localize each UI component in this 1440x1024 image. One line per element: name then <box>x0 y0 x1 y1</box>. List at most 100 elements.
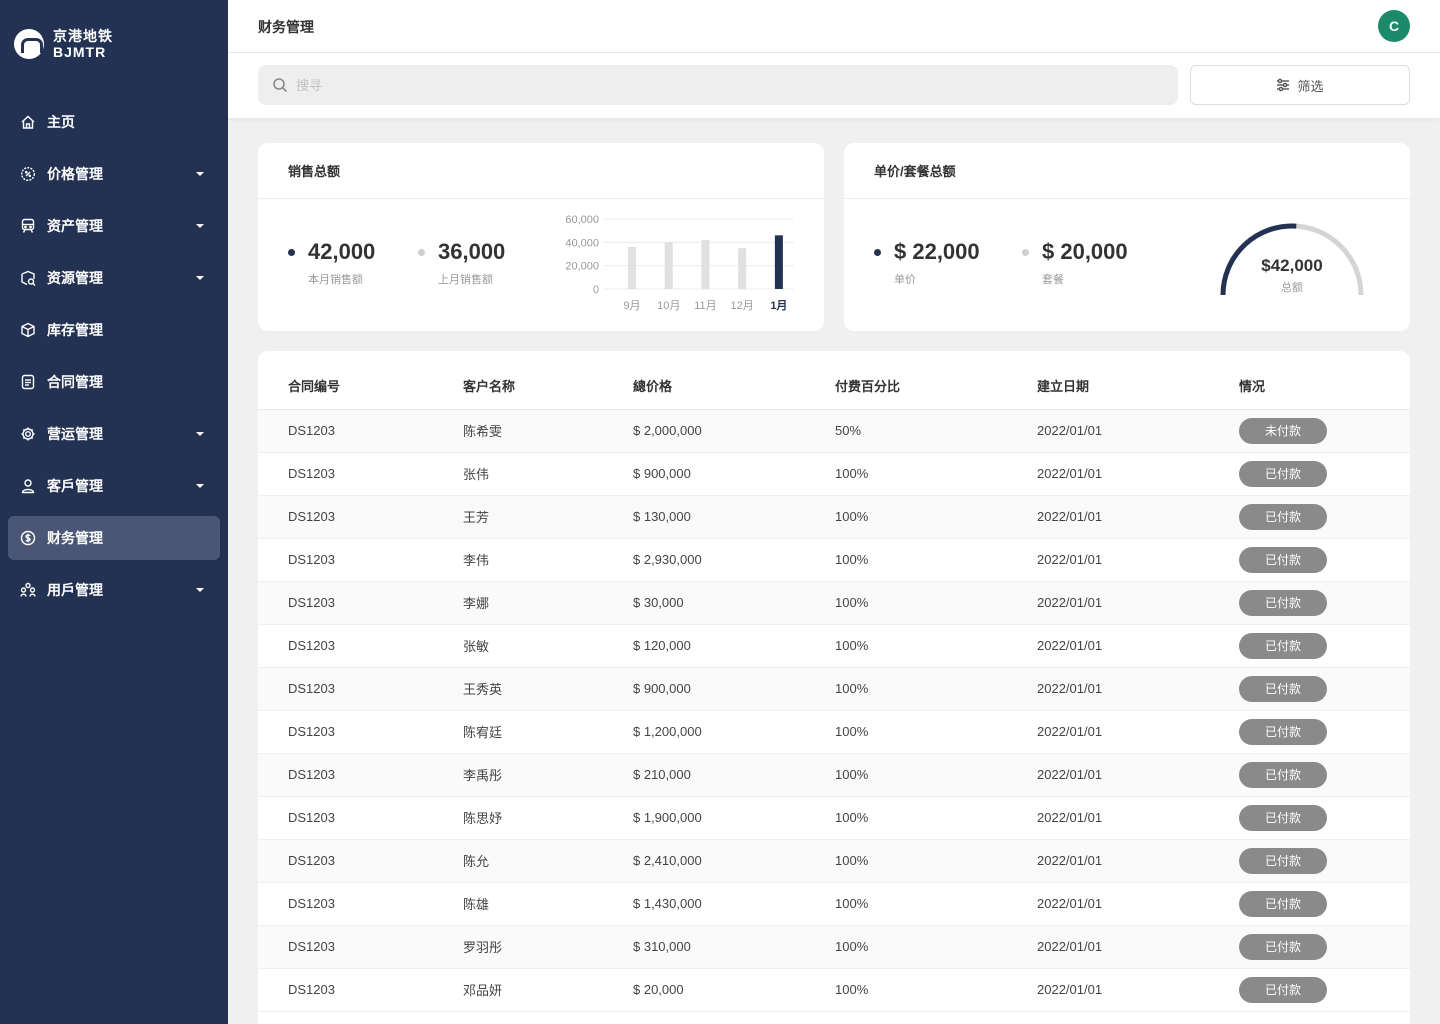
legend-dot <box>288 248 295 256</box>
caret-down-icon[interactable] <box>196 484 204 488</box>
table-cell: 2022/01/01 <box>1037 839 1239 883</box>
home-icon <box>20 114 36 130</box>
table-cell: $ 120,000 <box>633 624 835 668</box>
unit-package-total-card: 单价/套餐总额 $ 22,000 单价 $ 20,000 套餐 $42,000 … <box>844 143 1410 331</box>
status-badge[interactable]: 已付款 <box>1239 933 1327 960</box>
caret-down-icon[interactable] <box>196 172 204 176</box>
bar-4[interactable] <box>774 235 783 289</box>
table-row[interactable]: DS1203 张敏 $ 120,000 100% 2022/01/01 已付款 <box>258 624 1410 668</box>
status-badge[interactable]: 已付款 <box>1239 503 1327 530</box>
x-tick-label: 1月 <box>770 299 787 312</box>
brand-logo[interactable]: 京港地铁 BJMTR <box>14 28 113 60</box>
table-row[interactable]: DS1203 邓品妍 $ 20,000 100% 2022/01/01 已付款 <box>258 968 1410 1012</box>
status-badge[interactable]: 已付款 <box>1239 632 1327 659</box>
table-row[interactable]: DS1203 陈思妤 $ 1,900,000 100% 2022/01/01 已付款 <box>258 796 1410 840</box>
current-sales-label: 本月销售额 <box>308 274 363 286</box>
search-box[interactable] <box>258 65 1178 105</box>
status-cell: 已付款 <box>1239 925 1410 969</box>
table-cell: 2022/01/01 <box>1037 710 1239 754</box>
status-badge[interactable]: 已付款 <box>1239 804 1327 831</box>
status-badge[interactable]: 已付款 <box>1239 718 1327 745</box>
caret-down-icon[interactable] <box>196 276 204 280</box>
column-header[interactable]: 付费百分比 <box>835 351 1037 410</box>
sales-card-title: 销售总额 <box>258 143 824 199</box>
table-cell: $ 1,200,000 <box>633 710 835 754</box>
sales-total-card: 销售总额 42,000 本月销售额 36,000 上月销售额 0 20,000 40… <box>258 143 824 331</box>
table-cell: 陈宥廷 <box>463 710 633 754</box>
column-header[interactable]: 總价格 <box>633 351 835 410</box>
status-badge[interactable]: 未付款 <box>1239 417 1327 444</box>
table-cell: $ 900,000 <box>633 667 835 711</box>
avatar[interactable]: C <box>1378 10 1410 42</box>
sidebar-item-5[interactable]: 合同管理 <box>8 360 220 404</box>
legend-dot <box>874 248 881 256</box>
table-row[interactable]: DS1203 李禹彤 $ 210,000 100% 2022/01/01 已付款 <box>258 753 1410 797</box>
sidebar-item-9[interactable]: 用戶管理 <box>8 568 220 612</box>
table-cell: 100% <box>835 624 1037 668</box>
table-row[interactable]: DS1203 罗羽彤 $ 310,000 100% 2022/01/01 已付款 <box>258 925 1410 969</box>
caret-down-icon[interactable] <box>196 432 204 436</box>
table-row[interactable]: DS1203 李娜 $ 30,000 100% 2022/01/01 已付款 <box>258 581 1410 625</box>
caret-down-icon[interactable] <box>196 224 204 228</box>
table-row[interactable]: DS1203 陈允 $ 2,410,000 100% 2022/01/01 已付款 <box>258 839 1410 883</box>
bar-2[interactable] <box>701 240 710 289</box>
status-badge[interactable]: 已付款 <box>1239 546 1327 573</box>
sidebar-item-8[interactable]: 财务管理 <box>8 516 220 560</box>
table-cell: DS1203 <box>258 710 463 754</box>
column-header[interactable]: 合同编号 <box>258 351 463 410</box>
sidebar-item-4[interactable]: 库存管理 <box>8 308 220 352</box>
table-cell: 陈思妤 <box>463 796 633 840</box>
sliders-icon <box>1277 78 1290 92</box>
bar-3[interactable] <box>738 248 747 289</box>
status-cell: 已付款 <box>1239 581 1410 625</box>
sidebar-item-1[interactable]: 价格管理 <box>8 152 220 196</box>
sidebar-item-0[interactable]: 主页 <box>8 100 220 144</box>
metro-logo-icon <box>14 29 44 59</box>
current-sales-value: 42,000 <box>308 239 376 264</box>
column-header[interactable]: 情况 <box>1239 351 1410 410</box>
sidebar-item-6[interactable]: 营运管理 <box>8 412 220 456</box>
table-row[interactable]: DS1203 李伟 $ 2,930,000 100% 2022/01/01 已付款 <box>258 538 1410 582</box>
table-row[interactable]: DS1203 王秀英 $ 900,000 100% 2022/01/01 已付款 <box>258 667 1410 711</box>
table-cell: 2022/01/01 <box>1037 495 1239 539</box>
users-group-icon <box>20 582 36 598</box>
table-cell: $ 2,930,000 <box>633 538 835 582</box>
sidebar-item-3[interactable]: 资源管理 <box>8 256 220 300</box>
status-badge[interactable]: 已付款 <box>1239 460 1327 487</box>
table-cell: DS1203 <box>258 925 463 969</box>
bar-0[interactable] <box>628 247 636 289</box>
previous-sales-label: 上月销售额 <box>438 274 493 286</box>
status-cell: 已付款 <box>1239 538 1410 582</box>
status-badge[interactable]: 已付款 <box>1239 675 1327 702</box>
sidebar-item-7[interactable]: 客戶管理 <box>8 464 220 508</box>
sidebar-item-label: 合同管理 <box>47 374 103 390</box>
column-header[interactable]: 建立日期 <box>1037 351 1239 410</box>
search-input[interactable] <box>296 77 1096 93</box>
status-badge[interactable]: 已付款 <box>1239 890 1327 917</box>
filter-button[interactable]: 筛选 <box>1190 65 1410 105</box>
status-badge[interactable]: 已付款 <box>1239 589 1327 616</box>
table-row[interactable]: DS1203 张伟 $ 900,000 100% 2022/01/01 已付款 <box>258 452 1410 496</box>
table-cell: 2022/01/01 <box>1037 452 1239 496</box>
table-cell: 100% <box>835 882 1037 926</box>
sidebar-item-2[interactable]: 资产管理 <box>8 204 220 248</box>
status-badge[interactable]: 已付款 <box>1239 761 1327 788</box>
table-row[interactable]: DS1203 陈宥廷 $ 1,200,000 100% 2022/01/01 已付款 <box>258 710 1410 754</box>
search-bar: 筛选 <box>228 53 1440 118</box>
table-cell: 2022/01/01 <box>1037 796 1239 840</box>
sidebar-nav: 主页价格管理资产管理资源管理库存管理合同管理营运管理客戶管理财务管理用戶管理 <box>8 100 220 620</box>
column-header[interactable]: 客户名称 <box>463 351 633 410</box>
table-row[interactable]: DS1203 陈希雯 $ 2,000,000 50% 2022/01/01 未付款 <box>258 409 1410 453</box>
table-row[interactable]: DS1203 陈雄 $ 1,430,000 100% 2022/01/01 已付款 <box>258 882 1410 926</box>
table-cell: DS1203 <box>258 624 463 668</box>
dollar-circle-icon <box>20 530 36 546</box>
table-cell: $ 20,000 <box>633 968 835 1012</box>
caret-down-icon[interactable] <box>196 588 204 592</box>
table-row[interactable]: DS1203 王芳 $ 130,000 100% 2022/01/01 已付款 <box>258 495 1410 539</box>
filter-label: 筛选 <box>1297 78 1324 94</box>
table-cell: 陈希雯 <box>463 409 633 453</box>
status-badge[interactable]: 已付款 <box>1239 976 1327 1003</box>
bar-1[interactable] <box>664 242 673 289</box>
table-cell: $ 30,000 <box>633 581 835 625</box>
status-badge[interactable]: 已付款 <box>1239 847 1327 874</box>
